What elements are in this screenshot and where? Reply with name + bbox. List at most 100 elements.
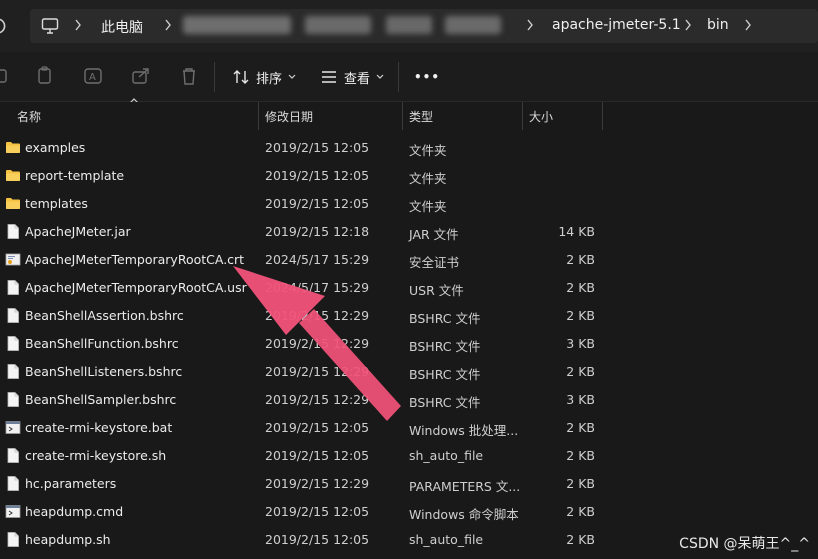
file-type: USR 文件 (409, 283, 464, 298)
toolbar-separator (214, 62, 215, 92)
file-name: heapdump.cmd (25, 504, 124, 519)
file-type: Windows 批处理... (409, 423, 519, 438)
file-icon (5, 307, 21, 324)
file-date: 2024/5/17 15:29 (265, 252, 370, 267)
chevron-right-icon[interactable] (683, 17, 693, 33)
file-date: 2019/2/15 12:29 (265, 308, 370, 323)
column-size[interactable]: 大小 (529, 108, 553, 125)
file-row[interactable]: templates 2019/2/15 12:05 文件夹 (0, 189, 818, 217)
command-bar: A 排序 查看 ••• (0, 52, 818, 102)
file-row[interactable]: BeanShellSampler.bshrc 2019/2/15 12:29 BSH… (0, 385, 818, 413)
file-row[interactable]: heapdump.cmd 2019/2/15 12:05 Windows 命令脚本 2… (0, 497, 818, 525)
file-row[interactable]: hc.parameters 2019/2/15 12:29 PARAMETERS 文… (0, 469, 818, 497)
breadcrumb-jmeter[interactable]: apache-jmeter-5.1 (552, 17, 681, 33)
file-name: examples (25, 140, 86, 155)
file-row[interactable]: BeanShellFunction.bshrc 2019/2/15 12:29 BS… (0, 329, 818, 357)
redacted-breadcrumb (305, 16, 371, 34)
share-icon[interactable] (130, 65, 152, 87)
more-options-button[interactable]: ••• (414, 65, 440, 89)
file-type: Windows 命令脚本 (409, 507, 519, 522)
file-date: 2019/2/15 12:05 (265, 532, 370, 547)
file-row[interactable]: report-template 2019/2/15 12:05 文件夹 (0, 161, 818, 189)
file-icon (5, 391, 21, 408)
column-type[interactable]: 类型 (409, 108, 433, 125)
file-date: 2019/2/15 12:05 (265, 196, 370, 211)
column-header: 名称 修改日期 类型 大小 (0, 102, 818, 130)
file-name: BeanShellFunction.bshrc (25, 336, 179, 351)
file-type: JAR 文件 (409, 227, 459, 242)
view-button[interactable]: 查看 (320, 65, 384, 89)
file-size: 14 KB (558, 224, 595, 239)
file-row[interactable]: ApacheJMeterTemporaryRootCA.usr 2024/5/17… (0, 273, 818, 301)
watermark: CSDN @呆萌王^_^ (679, 536, 810, 552)
file-size: 3 KB (566, 392, 595, 407)
file-size: 3 KB (566, 336, 595, 351)
folder-icon (5, 195, 21, 212)
file-icon (5, 279, 21, 296)
breadcrumb-bin[interactable]: bin (707, 17, 729, 33)
folder-icon (5, 167, 21, 184)
column-divider[interactable] (602, 102, 603, 130)
redacted-breadcrumb (445, 16, 501, 34)
file-date: 2019/2/15 12:05 (265, 504, 370, 519)
sort-label: 排序 (256, 71, 283, 87)
file-icon (5, 335, 21, 352)
sort-button[interactable]: 排序 (232, 65, 296, 89)
toolbar-separator (398, 62, 399, 92)
certificate-icon (5, 251, 21, 268)
file-name: create-rmi-keystore.bat (25, 420, 173, 435)
column-divider[interactable] (522, 102, 523, 130)
rename-icon[interactable]: A (82, 65, 104, 87)
file-name: ApacheJMeterTemporaryRootCA.crt (25, 252, 245, 267)
file-size: 2 KB (566, 504, 595, 519)
file-type: sh_auto_file (409, 532, 484, 547)
file-type: BSHRC 文件 (409, 395, 481, 410)
copy-icon[interactable] (34, 65, 56, 87)
file-size: 2 KB (566, 476, 595, 491)
address-bar-region: 此电脑 apache-jmeter-5.1 bin (0, 0, 818, 52)
file-name: BeanShellAssertion.bshrc (25, 308, 184, 323)
file-row[interactable]: ApacheJMeter.jar 2019/2/15 12:18 JAR 文件 14 … (0, 217, 818, 245)
chevron-down-icon (376, 74, 384, 79)
file-size: 2 KB (566, 364, 595, 379)
chevron-right-icon[interactable] (73, 17, 83, 33)
file-type: BSHRC 文件 (409, 339, 481, 354)
file-date: 2019/2/15 12:29 (265, 364, 370, 379)
file-date: 2019/2/15 12:05 (265, 448, 370, 463)
refresh-icon[interactable] (0, 17, 6, 35)
file-size: 2 KB (566, 308, 595, 323)
chevron-right-icon[interactable] (525, 17, 535, 33)
file-type: 安全证书 (409, 255, 460, 270)
column-divider[interactable] (402, 102, 403, 130)
file-row[interactable]: ApacheJMeterTemporaryRootCA.crt 2024/5/17… (0, 245, 818, 273)
script-icon (5, 503, 21, 520)
file-name: templates (25, 196, 88, 211)
cut-icon[interactable] (0, 65, 12, 87)
file-icon (5, 363, 21, 380)
file-row[interactable]: create-rmi-keystore.sh 2019/2/15 12:05 sh_… (0, 441, 818, 469)
breadcrumb-this-pc[interactable]: 此电脑 (101, 17, 143, 37)
column-name[interactable]: 名称 (17, 108, 41, 125)
file-name: ApacheJMeter.jar (25, 224, 131, 239)
file-name: heapdump.sh (25, 532, 111, 547)
file-row[interactable]: create-rmi-keystore.bat 2019/2/15 12:05 Wi… (0, 413, 818, 441)
chevron-right-icon[interactable] (743, 17, 753, 33)
file-row[interactable]: BeanShellAssertion.bshrc 2019/2/15 12:29 B… (0, 301, 818, 329)
script-icon (5, 419, 21, 436)
view-icon (322, 71, 336, 83)
sort-icon (233, 70, 249, 84)
file-row[interactable]: BeanShellListeners.bshrc 2019/2/15 12:29 B… (0, 357, 818, 385)
file-date: 2019/2/15 12:05 (265, 420, 370, 435)
file-name: BeanShellListeners.bshrc (25, 364, 183, 379)
chevron-right-icon[interactable] (163, 17, 173, 33)
delete-icon[interactable] (178, 65, 200, 87)
column-date[interactable]: 修改日期 (265, 108, 313, 125)
file-name: report-template (25, 168, 125, 183)
folder-icon (5, 139, 21, 156)
file-row[interactable]: examples 2019/2/15 12:05 文件夹 (0, 133, 818, 161)
file-icon (5, 475, 21, 492)
view-label: 查看 (344, 71, 371, 87)
computer-icon[interactable] (41, 17, 59, 35)
file-type: 文件夹 (409, 171, 447, 186)
column-divider[interactable] (258, 102, 259, 130)
